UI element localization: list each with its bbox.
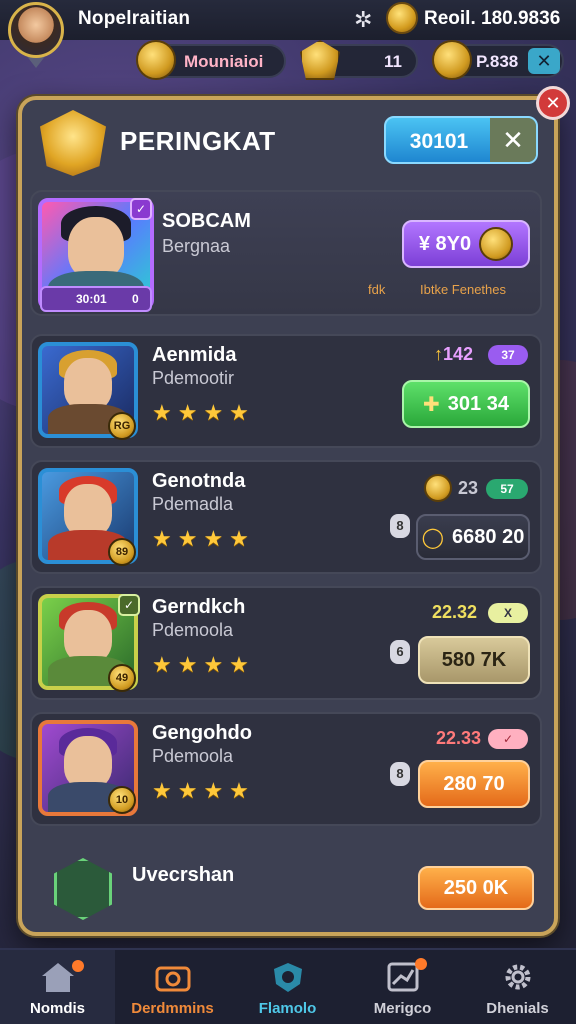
featured-small-right: Ibtke Fenethes [420,282,506,297]
player-name: Gengohdo [152,722,252,744]
reward-button[interactable]: 280 70 [418,760,530,808]
coin-icon [479,227,514,261]
player-score: ↑142 [434,344,473,365]
nav-label: Flamolo [258,1000,317,1017]
bottom-navigation: Nomdis Derdmmins Flamolo Merigco Dhenial… [0,948,576,1024]
header-action-label: 30101 [409,130,469,153]
resource-label-1: Mouniaioi [184,52,264,71]
face [67,216,125,279]
settings-gear-icon[interactable]: ✲ [354,7,372,33]
star-rating-icon: ★★★★ [152,400,255,425]
player-subtitle: Pdemadla [152,494,234,514]
featured-reward-button[interactable]: ¥ 8Y0 [402,220,530,268]
gear-icon [505,964,531,990]
tag-icon: ✓ [118,594,140,616]
featured-badge-text: 30:01 [76,292,107,306]
header-action-button[interactable]: 30101 ✕ [384,116,538,164]
resource-label-2: 11 [384,52,402,71]
claim-reward-button[interactable]: ✚ 301 34 [402,380,530,428]
player-avatar[interactable] [8,2,64,58]
self-reward-label: 250 0K [443,876,509,899]
ring-icon: ◯ [421,526,445,549]
nav-label: Derdmmins [131,1000,214,1017]
resource-label-3: P.838 [476,52,519,71]
score-value: 22.32 [432,602,478,622]
level-badge: 10 [108,786,136,814]
nav-shield[interactable]: Flamolo [230,950,345,1024]
featured-reward-label: ¥ 8Y0 [418,232,472,255]
featured-badge-level: 0 [132,292,139,306]
score-value: 142 [443,344,474,364]
self-name: Uvecrshan [132,864,235,886]
player-name: Aenmida [152,344,237,366]
nav-home[interactable]: Nomdis [0,950,115,1024]
side-chip: 6 [390,640,410,664]
featured-name: SOBCAM [162,210,251,232]
add-resource-icon[interactable]: ✕ [528,48,560,74]
close-panel-button[interactable]: ✕ [536,86,570,120]
camera-icon [155,966,191,992]
header-close-icon[interactable]: ✕ [490,118,536,162]
reward-label: 301 34 [447,392,509,415]
shield-icon [274,963,302,992]
reward-label: 6680 20 [452,525,525,548]
player-name: Genotnda [152,470,246,492]
nav-label: Nomdis [29,1000,85,1017]
score-value: 22.33 [436,728,482,748]
reward-label: 580 7K [441,648,507,671]
coin-icon [386,2,418,34]
nav-stats[interactable]: Merigco [345,950,460,1024]
score-value: 23 [458,478,479,498]
score-pill: 37 [488,345,528,365]
plus-icon: ✚ [423,393,440,416]
player-name: Nopelraitian [78,8,191,29]
featured-badge: 30:01 0 [40,286,152,312]
nav-label: Dhenials [486,1000,549,1017]
level-badge: 49 [108,664,136,692]
top-currency-value: Reoil. 180.9836 [424,8,561,29]
score-pill: X [488,603,528,623]
reward-button[interactable]: ◯ 6680 20 [416,514,530,560]
notification-dot [72,960,84,972]
notification-dot [415,958,427,970]
score-pill: 57 [486,479,528,499]
nav-camera[interactable]: Derdmmins [115,950,230,1024]
player-subtitle: Pdemoola [152,746,234,766]
player-name: Gerndkch [152,596,246,618]
star-rating-icon: ★★★★ [152,526,255,551]
featured-small-left: fdk [368,282,386,297]
featured-tag-icon: ✓ [130,198,152,220]
coin-icon [424,474,452,502]
score-prefix: ↑ [434,344,443,364]
star-rating-icon: ★★★★ [152,652,255,677]
score-pill-icon: ✓ [488,729,528,749]
player-subtitle: Pdemootir [152,368,235,388]
reward-button[interactable]: 580 7K [418,636,530,684]
level-badge: RG [108,412,136,440]
nav-label: Merigco [373,1000,432,1017]
side-chip: 8 [390,762,410,786]
side-chip: 8 [390,514,410,538]
reward-label: 280 70 [443,772,505,795]
self-reward-button[interactable]: 250 0K [418,866,534,910]
star-rating-icon: ★★★★ [152,778,255,803]
nav-settings[interactable]: Dhenials [460,950,575,1024]
featured-subtitle: Bergnaa [162,236,231,256]
lion-coin-icon [432,40,472,80]
gold-coin-icon [136,40,176,80]
panel-title: PERINGKAT [120,126,276,156]
player-subtitle: Pdemoola [152,620,234,640]
level-badge: 89 [108,538,136,566]
